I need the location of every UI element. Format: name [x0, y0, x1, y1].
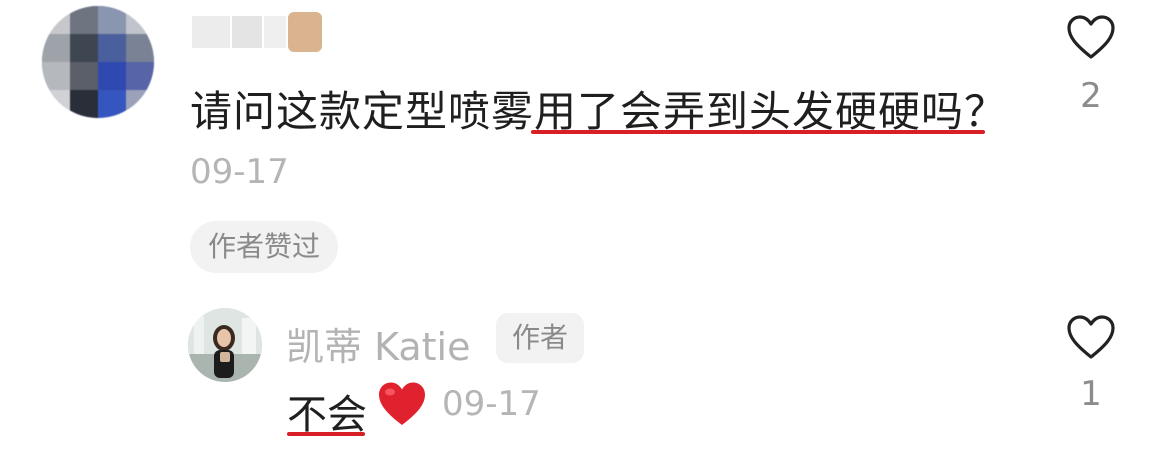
reply-like-button[interactable]	[1066, 314, 1116, 360]
reply-author-name[interactable]: 凯蒂 Katie	[286, 316, 470, 371]
like-button[interactable]	[1066, 14, 1116, 60]
search-underline[interactable]	[287, 432, 365, 436]
reply-like-count: 1	[1080, 374, 1102, 414]
author-badge: 作者	[496, 313, 585, 363]
avatar-photo	[188, 308, 262, 382]
like-count: 2	[1080, 76, 1102, 116]
reply-author-avatar[interactable]	[188, 308, 262, 382]
commenter-name-blurred[interactable]	[192, 12, 332, 52]
heart-outline-icon	[1067, 15, 1115, 59]
reply-date: 09-17	[442, 384, 541, 424]
comment-date: 09-17	[190, 152, 289, 192]
heart-outline-icon	[1067, 315, 1115, 359]
commenter-avatar[interactable]	[42, 6, 154, 118]
author-liked-badge: 作者赞过	[190, 221, 339, 273]
search-underline[interactable]	[531, 130, 985, 134]
red-heart-emoji	[376, 380, 428, 428]
